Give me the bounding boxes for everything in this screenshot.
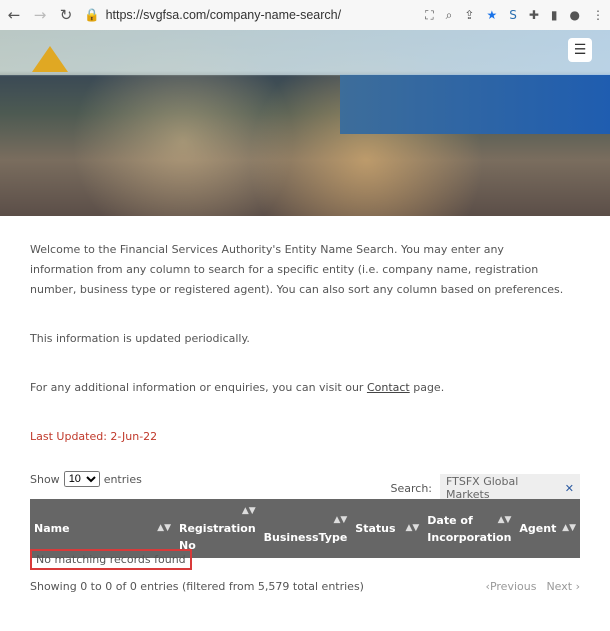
puzzle-icon[interactable]: ✚ (529, 8, 539, 23)
search-label: Search: (390, 481, 433, 495)
intro-text: Welcome to the Financial Services Author… (30, 243, 564, 296)
search-value: FTSFX Global Markets (446, 475, 519, 501)
no-records-message: No matching records found (30, 549, 192, 570)
entries-label: entries (103, 472, 142, 486)
previous-button[interactable]: ‹Previous (486, 580, 537, 593)
table-info: Showing 0 to 0 of 0 entries (filtered fr… (30, 580, 364, 593)
extension-s-icon[interactable]: S (509, 8, 517, 23)
contact-pre: For any additional information or enquir… (30, 381, 367, 394)
last-updated: Last Updated: 2-Jun-22 (30, 430, 158, 443)
address-bar[interactable]: 🔒 https://svgfsa.com/company-name-search/ (84, 8, 415, 23)
col-business-type[interactable]: ▲▼ BusinessType (259, 499, 352, 558)
sidepanel-icon[interactable]: ▮ (551, 8, 558, 23)
lock-icon: 🔒 (84, 7, 100, 22)
update-note: This information is updated periodically… (30, 332, 250, 345)
show-label: Show (30, 472, 60, 486)
zoom-icon[interactable]: ⌕ (446, 8, 453, 23)
contact-text: For any additional information or enquir… (30, 378, 570, 398)
hero-image: ☰ (0, 30, 610, 216)
share-icon[interactable]: ⇪ (464, 8, 474, 23)
contact-post: page. (409, 381, 445, 394)
col-status[interactable]: ▲▼ Status (351, 499, 424, 558)
col-date[interactable]: ▲▼ Date of Incorporation (423, 499, 516, 558)
entries-select[interactable]: 10 (63, 471, 100, 487)
star-icon[interactable]: ★ (486, 8, 497, 23)
contact-link[interactable]: Contact (367, 381, 410, 394)
clear-icon[interactable]: ✕ (565, 482, 574, 495)
forward-icon[interactable]: → (32, 6, 48, 24)
col-agent[interactable]: ▲▼ Agent (515, 499, 580, 558)
more-icon[interactable]: ⋮ (592, 8, 604, 23)
search-input[interactable]: FTSFX Global Markets ✕ (440, 474, 580, 502)
reload-icon[interactable]: ↻ (58, 6, 74, 24)
browser-toolbar: ← → ↻ 🔒 https://svgfsa.com/company-name-s… (0, 0, 610, 30)
next-button[interactable]: Next › (546, 580, 580, 593)
logo[interactable] (32, 46, 68, 72)
url-text: https://svgfsa.com/company-name-search/ (105, 8, 342, 22)
menu-icon[interactable]: ☰ (568, 38, 592, 62)
back-icon[interactable]: ← (6, 6, 22, 24)
profile-icon[interactable]: ● (570, 8, 580, 23)
translate-icon[interactable]: ⛶ (425, 8, 433, 23)
